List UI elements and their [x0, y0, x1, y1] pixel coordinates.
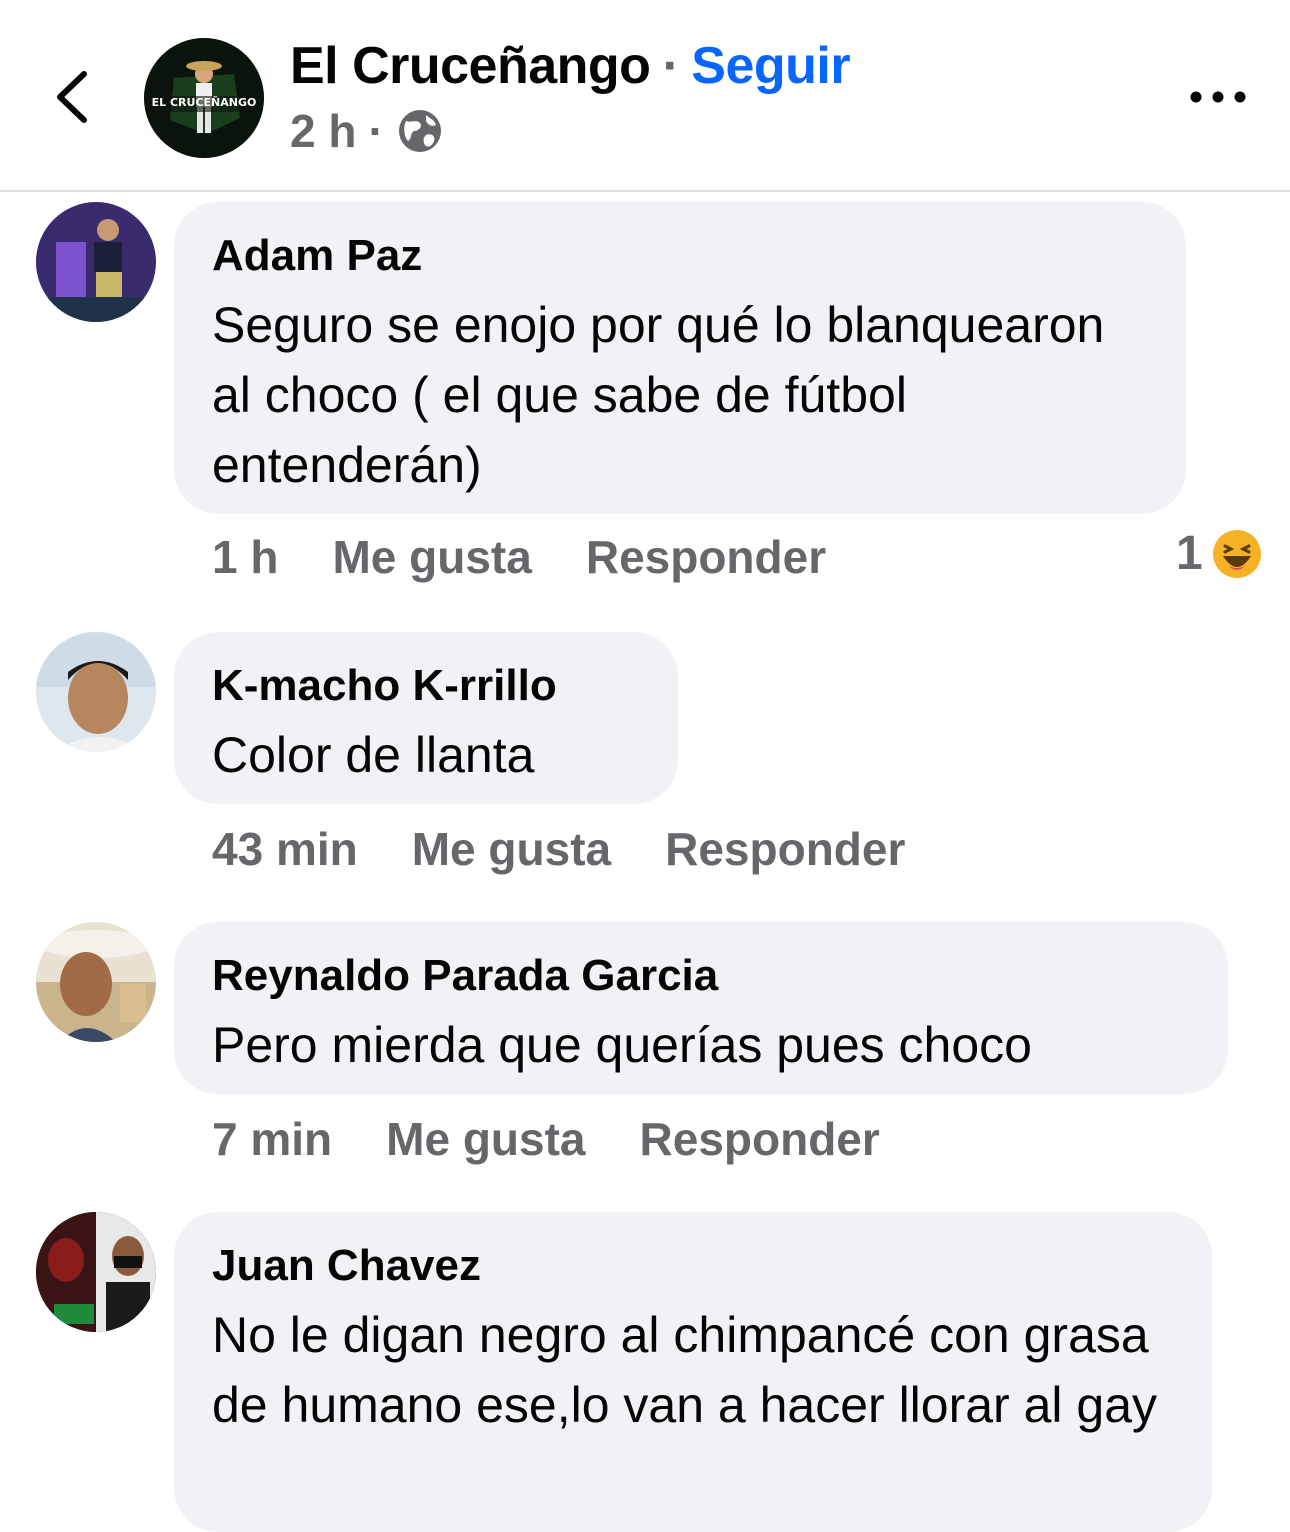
- avatar[interactable]: [36, 1212, 156, 1332]
- like-button[interactable]: Me gusta: [332, 530, 531, 584]
- comment-actions: 1 h Me gusta Responder: [212, 530, 880, 584]
- comment-time[interactable]: 43 min: [212, 822, 358, 876]
- reply-button[interactable]: Responder: [640, 1112, 880, 1166]
- logo-text: EL CRUCEÑANGO: [151, 96, 257, 109]
- like-button[interactable]: Me gusta: [412, 822, 611, 876]
- comment-author[interactable]: Reynaldo Parada Garcia: [212, 948, 1190, 1004]
- comment-bubble[interactable]: Juan Chavez No le digan negro al chimpan…: [174, 1212, 1212, 1532]
- reply-button[interactable]: Responder: [586, 530, 826, 584]
- back-chevron-icon[interactable]: [48, 62, 108, 132]
- page-avatar[interactable]: EL CRUCEÑANGO: [144, 38, 264, 158]
- post-meta: 2 h ·: [290, 104, 444, 158]
- title-separator: ·: [662, 37, 680, 95]
- meta-separator: ·: [368, 105, 384, 157]
- like-button[interactable]: Me gusta: [386, 1112, 585, 1166]
- more-options-icon[interactable]: [1186, 80, 1250, 114]
- comment-author[interactable]: Juan Chavez: [212, 1238, 1174, 1294]
- avatar[interactable]: [36, 632, 156, 752]
- comment-text: Pero mierda que querías pues choco: [212, 1017, 1032, 1073]
- comment-text: Seguro se enojo por qué lo blanquearon a…: [212, 297, 1105, 493]
- comment-time[interactable]: 1 h: [212, 530, 278, 584]
- comment-text: Color de llanta: [212, 727, 535, 783]
- page-name[interactable]: El Cruceñango: [290, 37, 651, 95]
- globe-icon: [398, 110, 441, 152]
- post-header: EL CRUCEÑANGO El Cruceñango · Seguir 2 h ·: [0, 0, 1290, 192]
- reaction-count: 1: [1176, 527, 1203, 580]
- comment-time[interactable]: 7 min: [212, 1112, 332, 1166]
- comment-actions: 7 min Me gusta Responder: [212, 1112, 934, 1166]
- page-title-row: El Cruceñango · Seguir: [290, 36, 851, 96]
- reply-button[interactable]: Responder: [665, 822, 905, 876]
- comment-actions: 43 min Me gusta Responder: [212, 822, 959, 876]
- comment-author[interactable]: Adam Paz: [212, 228, 1148, 284]
- haha-reaction-icon: [1212, 529, 1261, 578]
- reaction-summary[interactable]: 1: [1176, 526, 1263, 581]
- comment-bubble[interactable]: Adam Paz Seguro se enojo por qué lo blan…: [174, 202, 1186, 514]
- comment-bubble[interactable]: K-macho K-rrillo Color de llanta: [174, 632, 678, 804]
- avatar[interactable]: [36, 922, 156, 1042]
- comment-bubble[interactable]: Reynaldo Parada Garcia Pero mierda que q…: [174, 922, 1228, 1094]
- follow-button[interactable]: Seguir: [691, 37, 850, 95]
- avatar[interactable]: [36, 202, 156, 322]
- comment-author[interactable]: K-macho K-rrillo: [212, 658, 640, 714]
- comment-text: No le digan negro al chimpancé con grasa…: [212, 1307, 1158, 1433]
- post-time[interactable]: 2 h: [290, 104, 356, 158]
